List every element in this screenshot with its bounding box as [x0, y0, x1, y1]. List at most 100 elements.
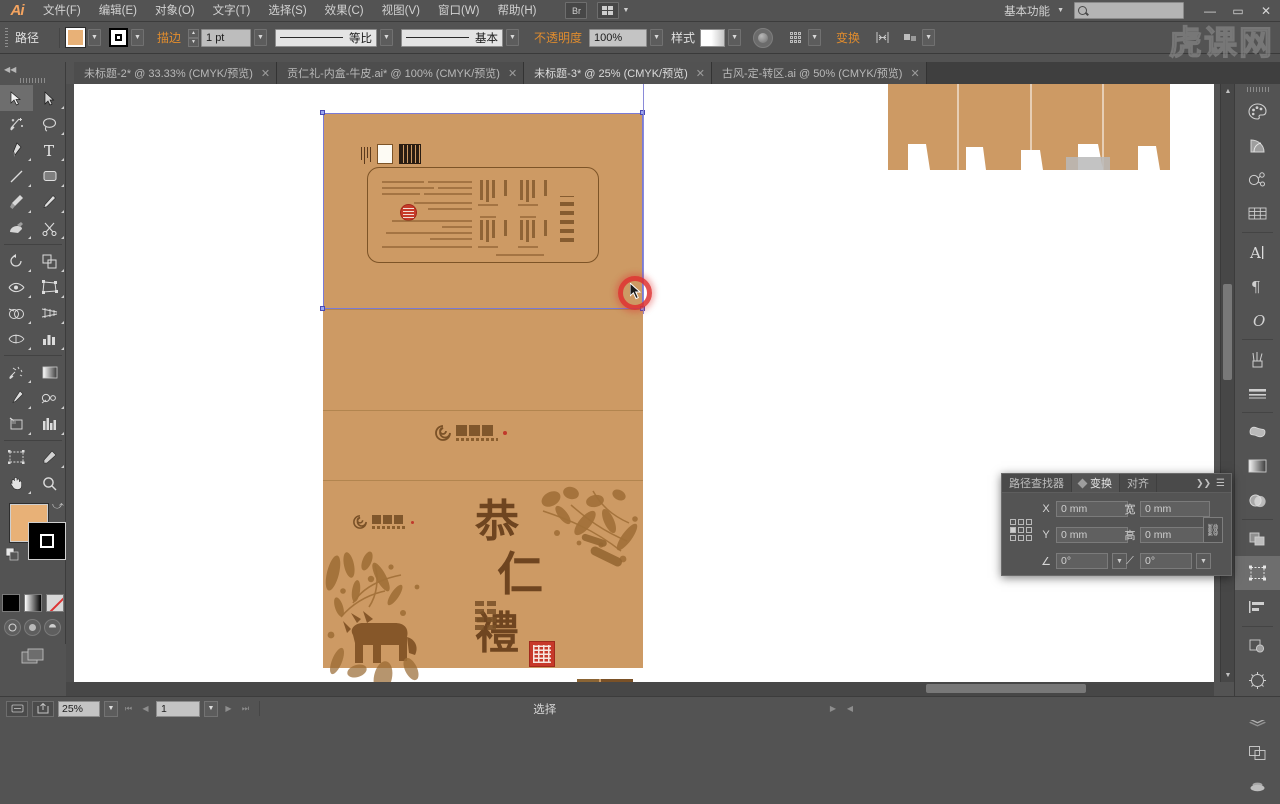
- color-panel-icon[interactable]: [1235, 94, 1280, 128]
- horizontal-scrollbar-thumb[interactable]: [926, 684, 1086, 693]
- align-options-icon[interactable]: [787, 29, 805, 47]
- tab-align[interactable]: 对齐: [1120, 474, 1157, 492]
- panel-collapse-icon[interactable]: ❯❯: [1196, 478, 1211, 489]
- y-field[interactable]: 0 mm: [1056, 527, 1128, 543]
- tool-pen[interactable]: [0, 137, 33, 163]
- tool-line-segment[interactable]: [0, 163, 33, 189]
- tool-paintbrush[interactable]: [0, 189, 33, 215]
- tool-lasso[interactable]: [33, 111, 66, 137]
- tool-eyedropper[interactable]: [0, 385, 33, 411]
- scroll-down-icon[interactable]: ▼: [1221, 668, 1235, 682]
- tool-gradient[interactable]: [33, 359, 66, 385]
- isolate-selected-icon[interactable]: [873, 29, 891, 47]
- brush-definition-chevron-down-icon[interactable]: ▼: [506, 29, 520, 46]
- artboards-icon[interactable]: [1235, 736, 1280, 770]
- shear-angle-field[interactable]: 0°: [1140, 553, 1192, 569]
- zoom-level-field[interactable]: 25%: [58, 700, 100, 717]
- close-icon[interactable]: ✕: [508, 67, 517, 80]
- shear-chevron-down-icon[interactable]: ▼: [1196, 553, 1211, 569]
- tool-hand[interactable]: [0, 470, 33, 496]
- status-chevron-right-icon[interactable]: ▶: [826, 701, 839, 717]
- minimize-button[interactable]: —: [1196, 0, 1224, 22]
- stroke-chevron-down-icon[interactable]: ▼: [131, 29, 144, 46]
- device-n-icon[interactable]: [6, 700, 28, 717]
- draw-normal-button[interactable]: [4, 619, 21, 636]
- selection-handle-bl[interactable]: [320, 306, 325, 311]
- symbols-icon[interactable]: [1235, 162, 1280, 196]
- transparency-icon[interactable]: [1235, 483, 1280, 517]
- close-button[interactable]: ✕: [1252, 0, 1280, 22]
- brush-definition-combo[interactable]: 基本: [401, 28, 504, 47]
- tab-pathfinder[interactable]: 路径查找器: [1002, 474, 1072, 492]
- panel-menu-icon[interactable]: ☰: [1216, 478, 1225, 489]
- tool-artboard[interactable]: [0, 444, 33, 470]
- artboard-surface[interactable]: 恭 仁 禮: [74, 84, 1214, 696]
- first-artboard-icon[interactable]: ⏮: [122, 701, 135, 717]
- transform-floating-panel[interactable]: 路径查找器 变换 对齐 ❯❯ ☰ X 0 mm 宽 0 mm Y 0 mm 高 …: [1001, 473, 1232, 576]
- flatten-icon[interactable]: [1235, 770, 1280, 804]
- workspace-chevron-down-icon[interactable]: ▼: [1057, 7, 1064, 14]
- tool-magic-wand[interactable]: [0, 111, 33, 137]
- tool-width[interactable]: [0, 274, 33, 300]
- stroke-weight-chevron-down-icon[interactable]: ▼: [254, 29, 268, 46]
- glyphs-icon[interactable]: O: [1235, 303, 1280, 337]
- tool-mesh[interactable]: [0, 326, 33, 352]
- packaging-artwork[interactable]: 恭 仁 禮: [323, 113, 643, 693]
- menu-view[interactable]: 视图(V): [373, 0, 429, 22]
- artboard-chevron-down-icon[interactable]: ▼: [204, 700, 218, 717]
- menu-edit[interactable]: 编辑(E): [90, 0, 146, 22]
- control-bar-grip[interactable]: [2, 25, 11, 51]
- opacity-field[interactable]: 100%: [589, 28, 648, 47]
- share-export-icon[interactable]: [32, 700, 54, 717]
- menu-object[interactable]: 对象(O): [146, 0, 204, 22]
- arrange-documents-button[interactable]: [597, 2, 620, 19]
- bridge-button[interactable]: Br: [565, 2, 588, 19]
- stroke-color-swatch[interactable]: [28, 522, 66, 560]
- screen-mode-button[interactable]: [0, 648, 65, 665]
- stroke-profile-combo[interactable]: 等比: [275, 28, 378, 47]
- brushes-icon[interactable]: [1235, 342, 1280, 376]
- effects-icon[interactable]: [1235, 663, 1280, 697]
- menu-type[interactable]: 文字(T): [204, 0, 260, 22]
- tool-rotate[interactable]: [0, 248, 33, 274]
- document-tab-1[interactable]: 未标题-2* @ 33.33% (CMYK/预览) ✕: [74, 62, 278, 84]
- search-input[interactable]: [1074, 2, 1184, 19]
- recolor-artwork-button[interactable]: [753, 27, 774, 48]
- arrange-chevron-down-icon[interactable]: ▼: [622, 7, 629, 14]
- none-mode-button[interactable]: [45, 594, 64, 612]
- stroke-options-link[interactable]: 描边: [150, 29, 188, 46]
- tab-transform[interactable]: 变换: [1072, 474, 1120, 492]
- right-dock-grip[interactable]: [1235, 84, 1280, 94]
- appearance-icon[interactable]: [1235, 629, 1280, 663]
- menu-help[interactable]: 帮助(H): [489, 0, 546, 22]
- fill-chevron-down-icon[interactable]: ▼: [88, 29, 101, 46]
- tool-symbol-sprayer[interactable]: [0, 359, 33, 385]
- tool-zoom[interactable]: [33, 470, 66, 496]
- maximize-button[interactable]: ▭: [1224, 0, 1252, 22]
- rotate-angle-field[interactable]: 0°: [1056, 553, 1108, 569]
- opacity-link[interactable]: 不透明度: [527, 29, 589, 46]
- scroll-up-icon[interactable]: ▲: [1221, 84, 1235, 98]
- gradient-mode-button[interactable]: [23, 594, 42, 612]
- info-content-box[interactable]: [367, 167, 599, 263]
- default-fill-stroke-icon[interactable]: [5, 547, 19, 561]
- tool-scissors[interactable]: [33, 215, 66, 241]
- swatches-grid-icon[interactable]: [1235, 196, 1280, 230]
- tool-type[interactable]: T: [33, 137, 66, 163]
- stroke-panel-icon[interactable]: [1235, 376, 1280, 410]
- tool-graph[interactable]: [33, 411, 66, 437]
- graphic-style-swatch[interactable]: [700, 28, 726, 47]
- vertical-scrollbar-thumb[interactable]: [1223, 284, 1232, 380]
- draw-inside-button[interactable]: [44, 619, 61, 636]
- align-icon[interactable]: [1235, 590, 1280, 624]
- prev-artboard-icon[interactable]: ◀: [139, 701, 152, 717]
- document-tab-4[interactable]: 古风-定-转区.ai @ 50% (CMYK/预览) ✕: [711, 62, 927, 84]
- status-chevron-left-icon[interactable]: ◀: [843, 701, 856, 717]
- stroke-weight-field[interactable]: 1 pt: [201, 28, 252, 47]
- next-artboard-icon[interactable]: ▶: [222, 701, 235, 717]
- menu-select[interactable]: 选择(S): [259, 0, 315, 22]
- vertical-scrollbar[interactable]: ▲ ▼: [1220, 84, 1234, 682]
- horizontal-scrollbar[interactable]: [66, 682, 1214, 696]
- tool-slice[interactable]: [0, 411, 33, 437]
- align-chevron-down-icon[interactable]: ▼: [808, 29, 822, 46]
